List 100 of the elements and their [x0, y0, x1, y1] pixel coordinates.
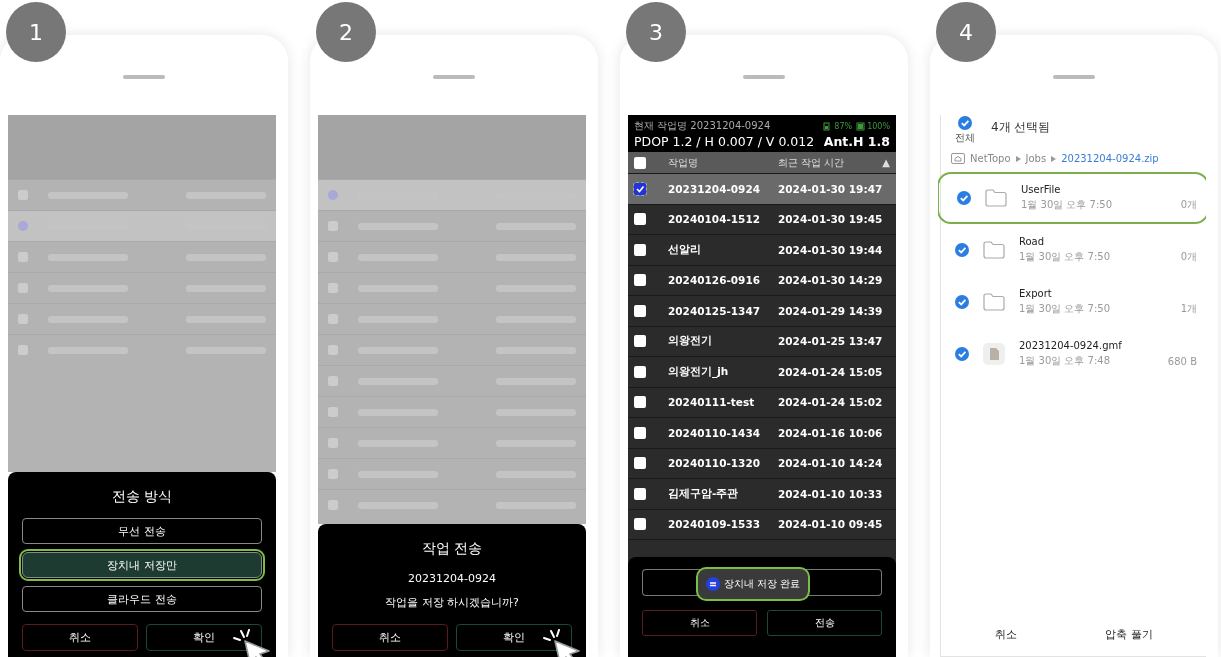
cancel-button[interactable]: 취소: [983, 623, 1030, 646]
file-row[interactable]: Export 1월 30일 오후 7:50 1개: [941, 276, 1206, 328]
chevron-icon: [1051, 155, 1057, 162]
breadcrumb-item[interactable]: NetTopo: [970, 153, 1011, 164]
drag-handle: [123, 75, 165, 79]
file-date: 1월 30일 오후 7:50: [1021, 198, 1114, 212]
job-time: 2024-01-24 15:05: [778, 365, 883, 378]
job-time: 2024-01-10 09:45: [778, 518, 883, 531]
job-time: 2024-01-10 14:24: [778, 457, 883, 470]
job-name: 20240110-1434: [668, 426, 762, 439]
step-number-badge: 3: [626, 2, 686, 62]
file-date: 1월 30일 오후 7:50: [1019, 302, 1112, 316]
cancel-button[interactable]: 취소: [332, 624, 448, 651]
dialog-title: 전송 방식: [110, 487, 174, 506]
file-icon: [983, 343, 1005, 365]
battery-level: 87%: [834, 121, 853, 131]
battery-level: 100%: [867, 121, 890, 131]
job-row[interactable]: 20231204-0924 2024-01-30 19:47: [628, 173, 896, 204]
cancel-button[interactable]: 취소: [22, 624, 138, 651]
row-checkbox[interactable]: [634, 304, 646, 317]
toast-text: 장치내 저장 완료: [724, 577, 801, 591]
row-checkbox[interactable]: [634, 182, 646, 195]
file-name: UserFile: [1021, 184, 1062, 195]
job-name: 20240126-0916: [668, 274, 762, 287]
row-checkbox[interactable]: [634, 213, 646, 226]
row-checkbox[interactable]: [634, 396, 646, 409]
job-name: 의왕전기: [668, 334, 713, 349]
job-name: 의왕전기_jh: [668, 364, 730, 379]
file-date: 1월 30일 오후 7:48: [1019, 354, 1112, 368]
row-checkbox[interactable]: [634, 518, 646, 531]
file-name: 20231204-0924.gmf: [1019, 340, 1123, 351]
file-row[interactable]: Road 1월 30일 오후 7:50 0개: [941, 224, 1206, 276]
row-checkbox[interactable]: [634, 274, 646, 287]
option-button[interactable]: 무선 전송: [22, 518, 262, 544]
job-name: 20240104-1512: [668, 213, 762, 226]
job-name: 20240109-1533: [668, 518, 762, 531]
job-name: 선알리: [668, 242, 702, 257]
check-icon[interactable]: [955, 347, 969, 361]
job-name: 20231204-0924: [668, 182, 762, 195]
job-row[interactable]: 20240109-1533 2024-01-10 09:45: [628, 508, 896, 539]
file-row[interactable]: UserFile 1월 30일 오후 7:50 0개: [938, 172, 1206, 224]
send-button[interactable]: 전송: [767, 610, 882, 636]
job-name: 20240125-1347: [668, 304, 762, 317]
job-row[interactable]: 20240126-0916 2024-01-30 14:29: [628, 264, 896, 295]
row-checkbox[interactable]: [634, 457, 646, 470]
battery-icon: [856, 121, 866, 131]
row-checkbox[interactable]: [634, 365, 646, 378]
check-icon[interactable]: [957, 191, 971, 205]
job-time: 2024-01-30 19:47: [778, 182, 883, 195]
select-all-checkbox[interactable]: [634, 156, 646, 169]
job-row[interactable]: 20240110-1320 2024-01-10 14:24: [628, 447, 896, 478]
folder-icon: [983, 241, 1005, 259]
job-time: 2024-01-30 19:45: [778, 213, 883, 226]
step-number-badge: 2: [316, 2, 376, 62]
select-all-label: 전체: [955, 131, 975, 145]
job-row[interactable]: 의왕전기_jh 2024-01-24 15:05: [628, 356, 896, 387]
job-time: 2024-01-16 10:06: [778, 426, 883, 439]
row-checkbox[interactable]: [634, 487, 646, 500]
sort-arrow[interactable]: ▲: [882, 157, 890, 168]
option-button[interactable]: 장치내 저장만: [22, 552, 262, 578]
breadcrumb-item[interactable]: Jobs: [1025, 153, 1047, 164]
home-icon[interactable]: [951, 153, 965, 164]
file-row[interactable]: 20231204-0924.gmf 1월 30일 오후 7:48 680 B: [941, 328, 1206, 380]
file-size: 680 B: [1167, 355, 1197, 367]
drag-handle: [433, 75, 475, 79]
check-icon[interactable]: [955, 243, 969, 257]
file-size: 1개: [1180, 302, 1197, 316]
job-row[interactable]: 20240110-1434 2024-01-16 10:06: [628, 417, 896, 448]
job-name: 20240111-test: [668, 396, 756, 409]
option-button[interactable]: 클라우드 전송: [22, 586, 262, 612]
job-name: 20231204-0924: [407, 572, 497, 585]
job-row[interactable]: 20240125-1347 2024-01-29 14:39: [628, 295, 896, 326]
breadcrumb-item[interactable]: 20231204-0924.zip: [1061, 153, 1159, 164]
step-number-badge: 4: [936, 2, 996, 62]
drag-handle: [1053, 75, 1095, 79]
select-all-check-icon[interactable]: [958, 116, 972, 130]
job-row[interactable]: 김제구암-주관 2024-01-10 10:33: [628, 478, 896, 509]
file-date: 1월 30일 오후 7:50: [1019, 250, 1112, 264]
column-heading: 작업명: [668, 155, 699, 170]
antenna-height: Ant.H 1.8: [823, 134, 890, 149]
battery-icon: [823, 121, 833, 131]
row-checkbox[interactable]: [634, 243, 646, 256]
job-row[interactable]: 선알리 2024-01-30 19:44: [628, 234, 896, 265]
job-time: 2024-01-29 14:39: [778, 304, 883, 317]
folder-icon: [983, 293, 1005, 311]
job-time: 2024-01-10 10:33: [778, 487, 883, 500]
row-checkbox[interactable]: [634, 426, 646, 439]
chevron-icon: [1015, 155, 1021, 162]
precision-readout: PDOP 1.2 / H 0.007 / V 0.012: [634, 134, 815, 149]
file-size: 0개: [1180, 198, 1197, 212]
job-time: 2024-01-30 14:29: [778, 274, 883, 287]
cancel-button[interactable]: 취소: [642, 610, 757, 636]
extract-button[interactable]: 압축 풀기: [1093, 623, 1165, 646]
job-row[interactable]: 20240111-test 2024-01-24 15:02: [628, 386, 896, 417]
check-icon[interactable]: [955, 295, 969, 309]
job-time: 2024-01-30 19:44: [778, 243, 883, 256]
job-row[interactable]: 20240104-1512 2024-01-30 19:45: [628, 203, 896, 234]
job-row[interactable]: 의왕전기 2024-01-25 13:47: [628, 325, 896, 356]
row-checkbox[interactable]: [634, 335, 646, 348]
step-number-badge: 1: [6, 2, 66, 62]
